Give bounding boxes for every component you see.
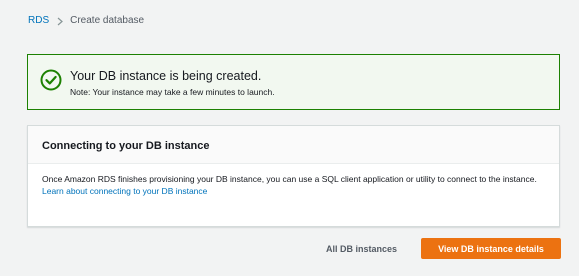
- flash-note: Note: Your instance may take a few minut…: [70, 87, 275, 97]
- panel-title: Connecting to your DB instance: [28, 126, 559, 164]
- view-db-instance-details-button[interactable]: View DB instance details: [421, 238, 561, 259]
- flash-text: Your DB instance is being created. Note:…: [70, 68, 275, 98]
- learn-connecting-link[interactable]: Learn about connecting to your DB instan…: [42, 186, 207, 196]
- breadcrumb-link-rds[interactable]: RDS: [28, 14, 49, 28]
- breadcrumb-current: Create database: [70, 15, 145, 26]
- check-circle-icon: [40, 69, 62, 91]
- breadcrumb: RDS Create database: [28, 14, 144, 28]
- action-bar: All DB instances View DB instance detail…: [326, 238, 561, 259]
- panel-body: Once Amazon RDS finishes provisioning yo…: [28, 164, 559, 197]
- all-db-instances-button[interactable]: All DB instances: [326, 244, 397, 254]
- success-flash-message: Your DB instance is being created. Note:…: [27, 54, 560, 110]
- chevron-right-icon: [57, 17, 64, 26]
- flash-title: Your DB instance is being created.: [70, 69, 262, 83]
- connecting-panel: Connecting to your DB instance Once Amaz…: [27, 125, 560, 227]
- panel-description: Once Amazon RDS finishes provisioning yo…: [42, 174, 537, 184]
